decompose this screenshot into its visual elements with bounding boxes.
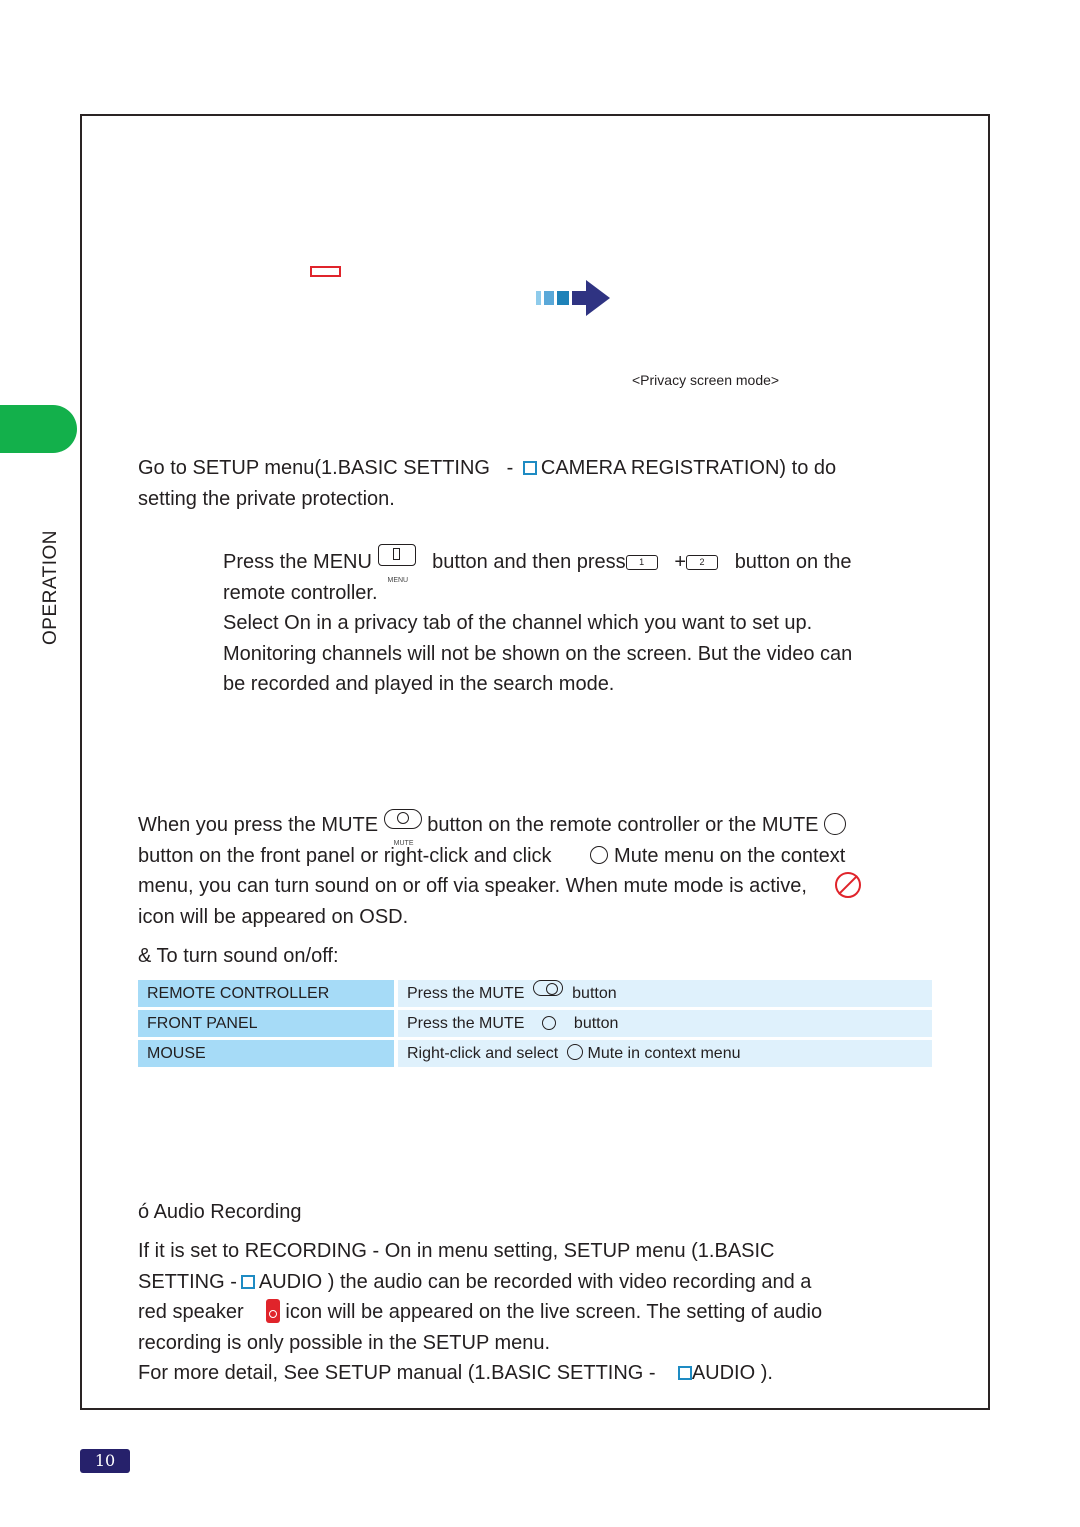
page-number: 10 [80, 1449, 130, 1473]
mute-caption: MUTE [393, 840, 414, 847]
mute-text-6: icon will be appeared on OSD. [138, 905, 409, 928]
key-1-icon: 1 [625, 555, 658, 570]
mute-methods-table: REMOTE CONTROLLER Press the MUTE button … [138, 980, 932, 1070]
red-speaker-icon [265, 1299, 280, 1323]
mute-menu-icon [590, 845, 609, 864]
mute-text-5: menu, you can turn sound on or off via s… [138, 875, 807, 897]
table-cell-action: Right-click and select Mute in context m… [398, 1040, 932, 1067]
step1-text-3: button on the [734, 551, 852, 573]
step1-text: Press the MENU [223, 551, 372, 573]
mute-text-4: Mute menu on the context [614, 844, 846, 867]
action-text: Press the MUTE [407, 985, 525, 1002]
mute-remote-button-icon [533, 980, 564, 996]
table-row: FRONT PANEL Press the MUTE button [138, 1010, 932, 1037]
action-text: Press the MUTE [407, 1015, 525, 1032]
mute-panel-button-icon [824, 813, 847, 835]
audio-heading: ó Audio Recording [138, 1201, 302, 1223]
intro-text: Go to SETUP menu(1.BASIC SETTING [138, 457, 490, 479]
table-row: REMOTE CONTROLLER Press the MUTE button [138, 980, 932, 1007]
table-cell-action: Press the MUTE button [398, 1010, 932, 1037]
audio-text-4: red speaker [138, 1301, 244, 1323]
step1-text-4: remote controller. [223, 581, 378, 604]
step2-text-3: be recorded and played in the search mod… [223, 673, 615, 695]
table-row: MOUSE Right-click and select Mute in con… [138, 1040, 932, 1067]
intro-text-2: CAMERA REGISTRATION) to do [540, 457, 837, 479]
mute-subheading: & To turn sound on/off: [138, 945, 339, 967]
mute-text: When you press the MUTE [138, 814, 379, 836]
action-text-2: button [572, 985, 617, 1002]
key-2-icon: 2 [686, 555, 719, 570]
action-text-2: button [573, 1015, 619, 1032]
table-cell-source: FRONT PANEL [138, 1010, 394, 1037]
audio-text: If it is set to RECORDING - On in menu s… [138, 1240, 775, 1262]
audio-text-5: icon will be appeared on the live screen… [285, 1301, 823, 1323]
arrow-right-icon [536, 280, 610, 316]
checkbox-square-icon [240, 1274, 255, 1289]
mute-panel-button-icon [542, 1016, 557, 1030]
checkbox-square-icon [522, 461, 537, 475]
audio-text-3: AUDIO ) the audio can be recorded with v… [258, 1270, 812, 1293]
table-cell-source: MOUSE [138, 1040, 394, 1067]
section-label: OPERATION [40, 530, 61, 645]
figure-caption: <Privacy screen mode> [632, 372, 780, 388]
table-cell-action: Press the MUTE button [398, 980, 932, 1007]
privacy-marker-icon [310, 266, 341, 277]
audio-text-7: For more detail, See SETUP manual (1.BAS… [138, 1362, 656, 1384]
mute-osd-icon [834, 872, 861, 898]
table-cell-source: REMOTE CONTROLLER [138, 980, 394, 1007]
checkbox-square-icon [677, 1366, 692, 1380]
audio-text-6: recording is only possible in the SETUP … [138, 1331, 551, 1354]
section-tab [0, 405, 77, 453]
mute-text-3: button on the front panel or right-click… [138, 844, 552, 867]
privacy-steps: Press the MENU MENU button and then pres… [223, 544, 852, 700]
mute-section: When you press the MUTE MUTE button on t… [138, 809, 861, 972]
step1-text-2: button and then press [432, 551, 626, 573]
plus-sign: + [674, 551, 687, 573]
mute-menu-icon [567, 1044, 584, 1060]
step2-text: Select On in a privacy tab of the channe… [223, 612, 813, 634]
menu-caption: MENU [387, 577, 409, 584]
step2-text-2: Monitoring channels will not be shown on… [223, 642, 853, 665]
mute-remote-button-icon [383, 809, 422, 829]
intro-text-3: setting the private protection. [138, 487, 395, 510]
action-text-2: Mute in context menu [587, 1045, 741, 1062]
audio-text-8: AUDIO ). [691, 1362, 773, 1384]
audio-section: If it is set to RECORDING - On in menu s… [138, 1236, 822, 1389]
privacy-intro: Go to SETUP menu(1.BASIC SETTING - CAMER… [138, 453, 836, 514]
audio-text-2: SETTING - [138, 1270, 237, 1293]
dash: - [506, 457, 514, 479]
action-text: Right-click and select [407, 1045, 559, 1062]
menu-button-icon [377, 544, 416, 566]
mute-text-2: button on the remote controller or the M… [427, 814, 819, 836]
